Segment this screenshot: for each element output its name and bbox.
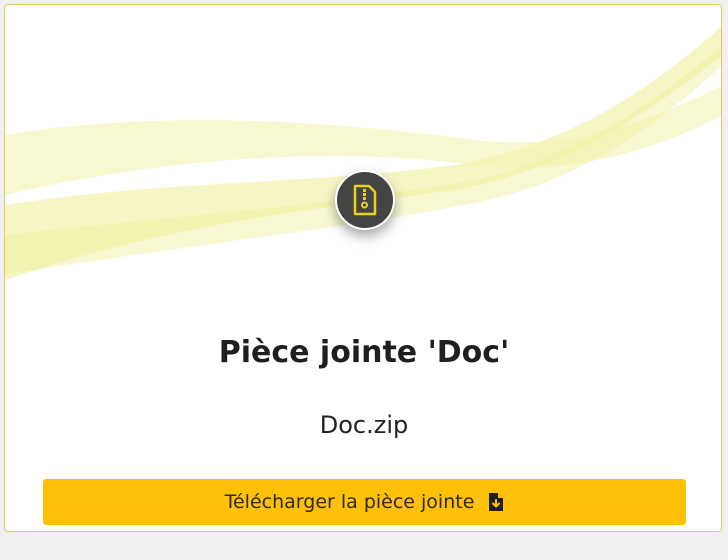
zip-file-icon: [353, 184, 377, 216]
download-button-label: Télécharger la pièce jointe: [224, 491, 475, 513]
attachment-file-name: Doc.zip: [319, 411, 409, 439]
attachment-title: Pièce jointe 'Doc': [218, 335, 510, 370]
attachment-avatar: [335, 170, 395, 230]
download-attachment-button[interactable]: Télécharger la pièce jointe: [43, 479, 686, 525]
decorative-wave: [5, 26, 721, 280]
attachment-card: Pièce jointe 'Doc' Doc.zip Télécharger l…: [4, 4, 722, 532]
file-download-icon: [488, 492, 504, 512]
